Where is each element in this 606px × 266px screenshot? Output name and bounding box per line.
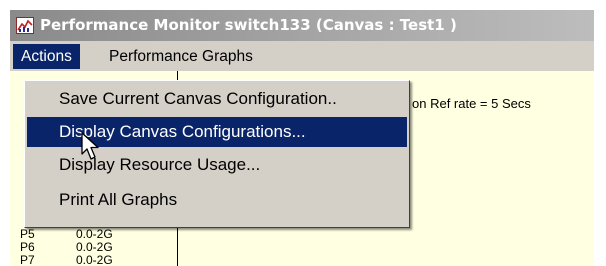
performance-monitor-window: Performance Monitor switch133 (Canvas : … [10, 10, 594, 266]
port-range: 0.0-2G [76, 253, 113, 266]
port-range: 0.0-2G [76, 227, 113, 241]
refresh-rate-text: on Ref rate = 5 Secs [412, 96, 531, 111]
menu-item-print-all-graphs[interactable]: Print All Graphs [27, 185, 407, 215]
performance-monitor-icon [16, 17, 34, 34]
menu-item-save-canvas-configuration[interactable]: Save Current Canvas Configuration.. [27, 84, 407, 114]
menu-performance-graphs[interactable]: Performance Graphs [101, 44, 261, 69]
port-range: 0.0-2G [76, 240, 113, 254]
port-name: P7 [20, 253, 35, 266]
window-title: Performance Monitor switch133 (Canvas : … [40, 16, 457, 34]
title-bar[interactable]: Performance Monitor switch133 (Canvas : … [10, 10, 594, 41]
mouse-pointer-icon [81, 132, 107, 162]
menu-actions[interactable]: Actions [13, 44, 80, 69]
port-row: P7 0.0-2G [20, 254, 113, 266]
menu-bar: Actions Performance Graphs [10, 41, 594, 71]
